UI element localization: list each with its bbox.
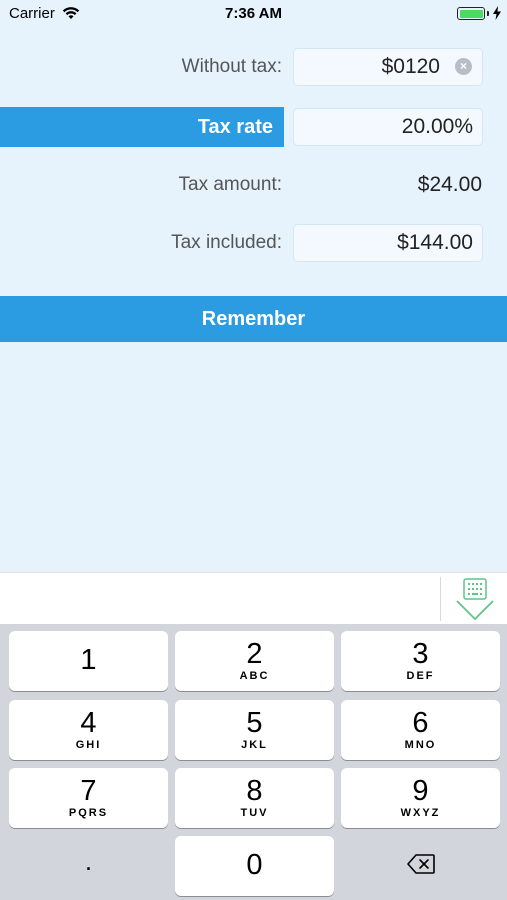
tax-rate-field[interactable]: 20.00% — [293, 108, 483, 146]
tax-included-value: $144.00 — [397, 231, 473, 254]
status-bar: Carrier 7:36 AM — [0, 0, 507, 28]
tax-rate-row: Tax rate 20.00% — [0, 107, 507, 147]
key-9[interactable]: 9 WXYZ — [341, 768, 500, 828]
battery-tip — [487, 11, 489, 16]
key-letters: MNO — [404, 739, 437, 751]
clock: 7:36 AM — [225, 5, 282, 22]
key-3[interactable]: 3 DEF — [341, 631, 500, 691]
bolt-icon — [493, 6, 501, 24]
tax-rate-value: 20.00% — [401, 115, 473, 138]
tax-amount-row: Tax amount: $24.00 — [0, 166, 507, 204]
key-6[interactable]: 6 MNO — [341, 700, 500, 760]
key-digit: 6 — [412, 707, 429, 739]
key-letters: TUV — [240, 807, 269, 819]
backspace-icon — [407, 854, 435, 879]
key-letters: GHI — [75, 739, 102, 751]
without-tax-row: Without tax: $0120 × — [0, 48, 507, 86]
tax-included-row: Tax included: $144.00 — [0, 224, 507, 262]
key-digit: 1 — [80, 644, 97, 676]
key-digit: 9 — [412, 775, 429, 807]
key-7[interactable]: 7 PQRS — [9, 768, 168, 828]
tax-included-field[interactable]: $144.00 — [293, 224, 483, 262]
key-8[interactable]: 8 TUV — [175, 768, 334, 828]
tax-included-label: Tax included: — [171, 232, 282, 253]
key-digit: 8 — [246, 775, 263, 807]
without-tax-field[interactable]: $0120 × — [293, 48, 483, 86]
without-tax-value: $0120 — [381, 55, 440, 78]
key-digit: 7 — [80, 775, 97, 807]
tax-rate-selector[interactable]: Tax rate — [0, 107, 284, 147]
key-5[interactable]: 5 JKL — [175, 700, 334, 760]
key-decimal[interactable]: . — [9, 836, 168, 896]
key-digit: 4 — [80, 707, 97, 739]
key-digit: 5 — [246, 707, 263, 739]
numeric-keypad: 1 2 ABC 3 DEF 4 GHI 5 JKL 6 MNO 7 PQRS 8… — [0, 624, 507, 900]
key-digit: 0 — [246, 849, 263, 881]
battery-icon — [457, 7, 485, 20]
key-digit: . — [84, 846, 93, 876]
clear-icon[interactable]: × — [455, 58, 472, 75]
key-letters: WXYZ — [400, 807, 441, 819]
keyboard-dismiss-icon[interactable] — [455, 577, 495, 623]
key-1[interactable]: 1 — [9, 631, 168, 691]
key-digit: 3 — [412, 638, 429, 670]
key-letters: PQRS — [68, 807, 109, 819]
key-0[interactable]: 0 — [175, 836, 334, 896]
key-4[interactable]: 4 GHI — [9, 700, 168, 760]
key-letters: ABC — [239, 670, 270, 682]
keyboard-accessory-bar — [0, 572, 507, 624]
accessory-divider — [440, 577, 441, 621]
backspace-key[interactable] — [341, 836, 500, 896]
tax-amount-label: Tax amount: — [178, 174, 283, 195]
key-2[interactable]: 2 ABC — [175, 631, 334, 691]
without-tax-label: Without tax: — [181, 56, 282, 77]
remember-button[interactable]: Remember — [0, 296, 507, 342]
key-letters: DEF — [406, 670, 435, 682]
key-digit: 2 — [246, 638, 263, 670]
key-letters: JKL — [241, 739, 268, 751]
tax-amount-value: $24.00 — [417, 173, 482, 196]
